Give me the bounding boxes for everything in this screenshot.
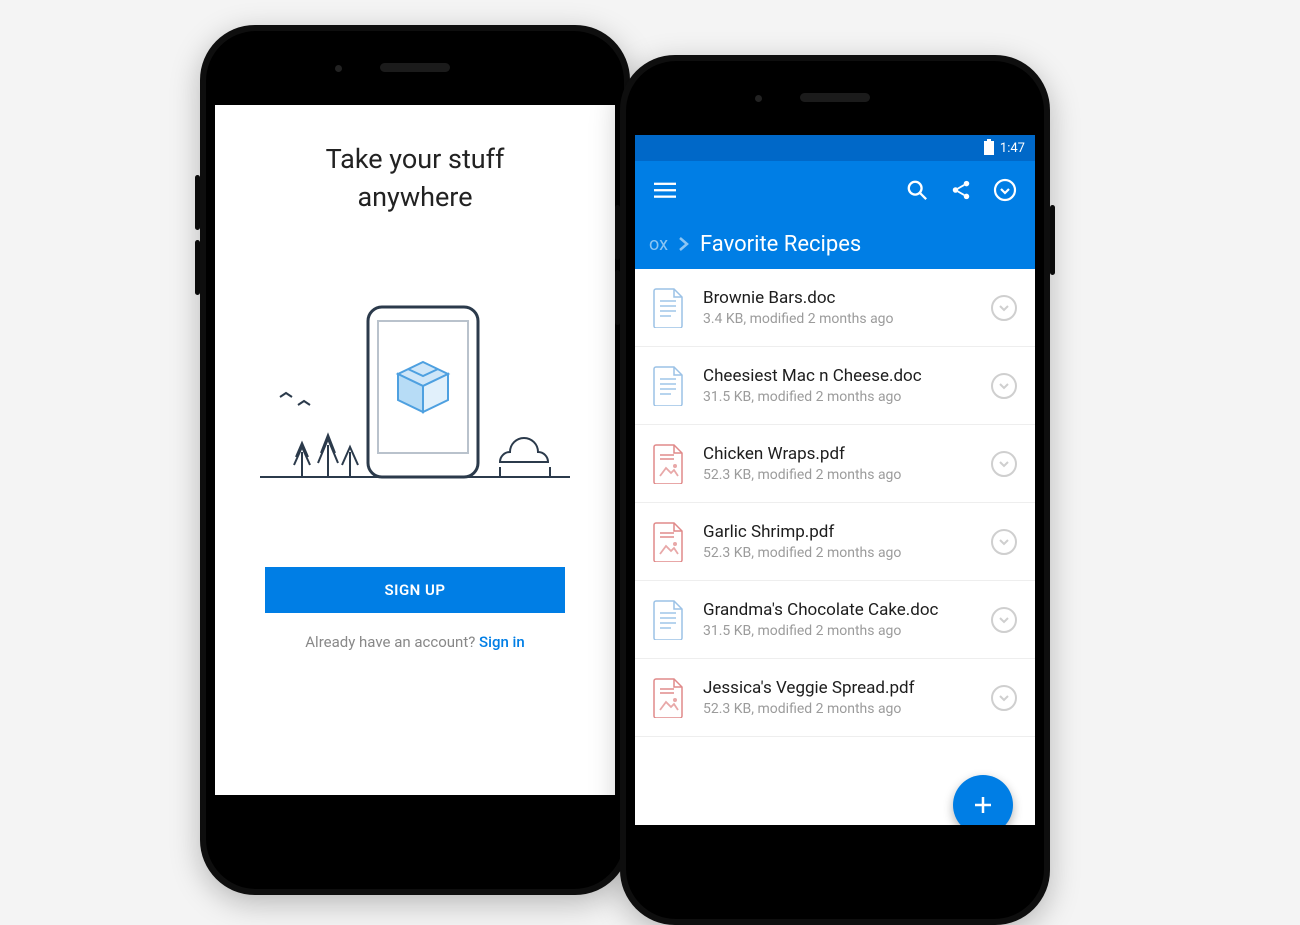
signup-button-label: SIGN UP <box>384 581 445 599</box>
file-name: Grandma's Chocolate Cake.doc <box>703 600 975 620</box>
file-info: Cheesiest Mac n Cheese.doc 31.5 KB, modif… <box>703 366 975 405</box>
file-info: Grandma's Chocolate Cake.doc 31.5 KB, mod… <box>703 600 975 639</box>
chevron-down-icon <box>998 536 1010 548</box>
file-more-button[interactable] <box>991 685 1017 711</box>
phone-frame-left: Take your stuff anywhere <box>200 25 630 895</box>
headline-line-2: anywhere <box>357 181 472 213</box>
file-name: Chicken Wraps.pdf <box>703 444 975 464</box>
app-bar <box>635 161 1035 219</box>
file-info: Jessica's Veggie Spread.pdf 52.3 KB, modi… <box>703 678 975 717</box>
breadcrumb-current: Favorite Recipes <box>700 232 861 257</box>
welcome-screen: Take your stuff anywhere <box>215 105 615 795</box>
file-row[interactable]: Grandma's Chocolate Cake.doc 31.5 KB, mod… <box>635 581 1035 659</box>
fab-add-button[interactable] <box>953 775 1013 825</box>
files-screen: 1:47 <box>635 135 1035 825</box>
chevron-right-icon <box>678 236 690 252</box>
file-row[interactable]: Cheesiest Mac n Cheese.doc 31.5 KB, modif… <box>635 347 1035 425</box>
chevron-down-icon <box>998 380 1010 392</box>
file-row[interactable]: Brownie Bars.doc 3.4 KB, modified 2 month… <box>635 269 1035 347</box>
battery-icon <box>984 141 994 155</box>
share-icon <box>950 179 972 201</box>
chevron-down-circle-icon <box>993 178 1017 202</box>
share-button[interactable] <box>945 174 977 206</box>
file-more-button[interactable] <box>991 607 1017 633</box>
file-info: Garlic Shrimp.pdf 52.3 KB, modified 2 mon… <box>703 522 975 561</box>
file-row[interactable]: Jessica's Veggie Spread.pdf 52.3 KB, modi… <box>635 659 1035 737</box>
file-more-button[interactable] <box>991 451 1017 477</box>
pdf-file-icon <box>651 442 687 486</box>
pdf-file-icon <box>651 520 687 564</box>
file-name: Brownie Bars.doc <box>703 288 975 308</box>
search-button[interactable] <box>901 174 933 206</box>
menu-button[interactable] <box>649 174 681 206</box>
file-meta: 31.5 KB, modified 2 months ago <box>703 623 975 639</box>
file-meta: 52.3 KB, modified 2 months ago <box>703 467 975 483</box>
doc-file-icon <box>651 598 687 642</box>
file-more-button[interactable] <box>991 529 1017 555</box>
signup-button[interactable]: SIGN UP <box>265 567 565 613</box>
already-text: Already have an account? <box>305 633 479 651</box>
chevron-down-icon <box>998 302 1010 314</box>
file-meta: 31.5 KB, modified 2 months ago <box>703 389 975 405</box>
welcome-illustration <box>250 287 580 507</box>
hamburger-icon <box>654 179 676 201</box>
file-meta: 52.3 KB, modified 2 months ago <box>703 701 975 717</box>
breadcrumb-previous[interactable]: ox <box>649 234 668 255</box>
file-row[interactable]: Chicken Wraps.pdf 52.3 KB, modified 2 mon… <box>635 425 1035 503</box>
search-icon <box>906 179 928 201</box>
file-list[interactable]: Brownie Bars.doc 3.4 KB, modified 2 month… <box>635 269 1035 737</box>
file-row[interactable]: Garlic Shrimp.pdf 52.3 KB, modified 2 mon… <box>635 503 1035 581</box>
chevron-down-icon <box>998 458 1010 470</box>
file-meta: 3.4 KB, modified 2 months ago <box>703 311 975 327</box>
pdf-file-icon <box>651 676 687 720</box>
status-time: 1:47 <box>1000 141 1025 156</box>
status-bar: 1:47 <box>635 135 1035 161</box>
file-name: Garlic Shrimp.pdf <box>703 522 975 542</box>
file-more-button[interactable] <box>991 373 1017 399</box>
headline-line-1: Take your stuff <box>326 143 505 175</box>
already-have-account: Already have an account? Sign in <box>305 633 524 651</box>
welcome-headline: Take your stuff anywhere <box>326 141 505 217</box>
chevron-down-icon <box>998 692 1010 704</box>
file-name: Cheesiest Mac n Cheese.doc <box>703 366 975 386</box>
chevron-down-icon <box>998 614 1010 626</box>
doc-file-icon <box>651 364 687 408</box>
file-name: Jessica's Veggie Spread.pdf <box>703 678 975 698</box>
phone-frame-right: 1:47 <box>620 55 1050 925</box>
signin-link[interactable]: Sign in <box>479 633 525 651</box>
doc-file-icon <box>651 286 687 330</box>
file-info: Brownie Bars.doc 3.4 KB, modified 2 month… <box>703 288 975 327</box>
sort-button[interactable] <box>989 174 1021 206</box>
plus-icon <box>971 793 995 817</box>
file-info: Chicken Wraps.pdf 52.3 KB, modified 2 mon… <box>703 444 975 483</box>
file-more-button[interactable] <box>991 295 1017 321</box>
file-meta: 52.3 KB, modified 2 months ago <box>703 545 975 561</box>
breadcrumb: ox Favorite Recipes <box>635 219 1035 269</box>
